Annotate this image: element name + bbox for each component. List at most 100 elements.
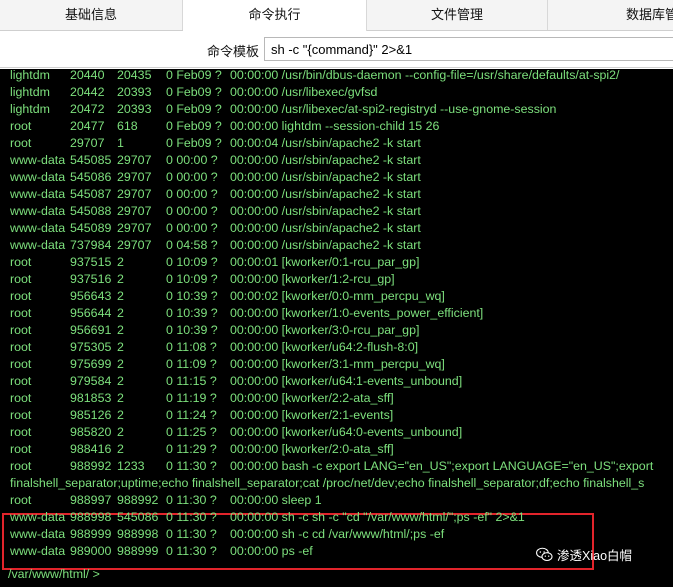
- process-ppid: 2: [117, 255, 124, 269]
- process-user: www-data: [10, 204, 66, 218]
- process-start: 0 10:09 ?: [166, 255, 218, 269]
- tab-bar: 基础信息 命令执行 文件管理 数据库管: [0, 0, 673, 31]
- tab-command-exec[interactable]: 命令执行: [183, 0, 367, 31]
- process-pid: 20477: [70, 119, 105, 133]
- process-start: 0 Feb09 ?: [166, 69, 222, 82]
- process-cmd: 00:00:00 [kworker/u64:2-flush-8:0]: [230, 340, 419, 354]
- process-ppid: 2: [117, 374, 124, 388]
- process-start: 0 00:00 ?: [166, 153, 218, 167]
- process-ppid: 20435: [117, 69, 152, 82]
- process-pid: 981853: [70, 391, 112, 405]
- process-user: root: [10, 306, 32, 320]
- process-ppid: 29707: [117, 238, 152, 252]
- process-user: root: [10, 272, 32, 286]
- process-user: root: [10, 459, 32, 473]
- process-user: root: [10, 136, 32, 150]
- process-pid: 545086: [70, 170, 112, 184]
- process-pid: 20440: [70, 69, 105, 82]
- process-cmd: 00:00:00 sh -c cd /var/www/html/;ps -ef: [230, 527, 445, 541]
- process-user: www-data: [10, 170, 66, 184]
- process-pid: 937515: [70, 255, 112, 269]
- process-start: 0 11:30 ?: [166, 527, 217, 541]
- process-user: root: [10, 391, 32, 405]
- process-pid: 545088: [70, 204, 112, 218]
- process-start: 0 11:30 ?: [166, 510, 217, 524]
- process-start: 0 10:39 ?: [166, 289, 218, 303]
- process-ppid: 29707: [117, 204, 152, 218]
- process-ppid: 2: [117, 306, 124, 320]
- process-ppid: 29707: [117, 170, 152, 184]
- process-cmd: 00:00:00 [kworker/3:1-mm_percpu_wq]: [230, 357, 445, 371]
- tab-basic-info[interactable]: 基础信息: [0, 0, 183, 30]
- process-user: root: [10, 442, 32, 456]
- process-pid: 956643: [70, 289, 112, 303]
- process-user: www-data: [10, 510, 66, 524]
- process-start: 0 11:19 ?: [166, 391, 217, 405]
- process-ppid: 2: [117, 289, 124, 303]
- process-ppid: 2: [117, 357, 124, 371]
- process-pid: 20442: [70, 85, 105, 99]
- process-ppid: 2: [117, 408, 124, 422]
- process-cmd: 00:00:00 [kworker/2:2-ata_sff]: [230, 391, 394, 405]
- process-start: 0 00:00 ?: [166, 221, 218, 235]
- process-user: root: [10, 374, 32, 388]
- process-ppid: 545086: [117, 510, 159, 524]
- process-user: www-data: [10, 221, 66, 235]
- watermark-text: 渗透Xiao白帽: [557, 549, 633, 563]
- command-template-input[interactable]: [264, 37, 673, 61]
- process-pid: 545089: [70, 221, 112, 235]
- process-user: root: [10, 119, 32, 133]
- process-cmd: 00:00:00 ps -ef: [230, 544, 313, 558]
- process-start: 0 11:30 ?: [166, 493, 217, 507]
- process-cmd: 00:00:00 /usr/libexec/at-spi2-registryd …: [230, 102, 557, 116]
- process-user: www-data: [10, 153, 66, 167]
- process-ppid: 988998: [117, 527, 159, 541]
- process-cmd: 00:00:00 lightdm --session-child 15 26: [230, 119, 440, 133]
- process-ppid: 1: [117, 136, 124, 150]
- process-ppid: 2: [117, 323, 124, 337]
- process-pid: 545087: [70, 187, 112, 201]
- process-ppid: 988992: [117, 493, 159, 507]
- process-cmd: 00:00:00 /usr/sbin/apache2 -k start: [230, 238, 421, 252]
- process-user: root: [10, 289, 32, 303]
- process-start: 0 11:30 ?: [166, 459, 217, 473]
- process-ppid: 29707: [117, 221, 152, 235]
- process-ppid: 2: [117, 272, 124, 286]
- process-start: 0 11:15 ?: [166, 374, 217, 388]
- process-pid: 988999: [70, 527, 112, 541]
- process-user: www-data: [10, 527, 66, 541]
- tab-file-manager[interactable]: 文件管理: [367, 0, 548, 30]
- process-start: 0 11:29 ?: [166, 442, 217, 456]
- process-cmd: 00:00:00 sleep 1: [230, 493, 322, 507]
- process-user: www-data: [10, 544, 66, 558]
- process-pid: 20472: [70, 102, 105, 116]
- process-cmd: 00:00:00 /usr/sbin/apache2 -k start: [230, 204, 421, 218]
- process-cmd: 00:00:00 /usr/sbin/apache2 -k start: [230, 170, 421, 184]
- process-ppid: 29707: [117, 187, 152, 201]
- process-start: 0 Feb09 ?: [166, 85, 222, 99]
- process-cmd: 00:00:02 [kworker/0:0-mm_percpu_wq]: [230, 289, 445, 303]
- process-pid: 737984: [70, 238, 112, 252]
- process-ppid: 2: [117, 391, 124, 405]
- process-ppid: 988999: [117, 544, 159, 558]
- process-start: 0 10:39 ?: [166, 323, 218, 337]
- tab-database[interactable]: 数据库管: [548, 0, 673, 30]
- process-pid: 975699: [70, 357, 112, 371]
- process-cmd: 00:00:00 [kworker/2:0-ata_sff]: [230, 442, 394, 456]
- process-ppid: 20393: [117, 102, 152, 116]
- command-template-label: 命令模板: [207, 44, 260, 59]
- process-user: www-data: [10, 187, 66, 201]
- shell-prompt[interactable]: /var/www/html/ >: [8, 567, 100, 581]
- process-cmd: 00:00:00 [kworker/u64:1-events_unbound]: [230, 374, 463, 388]
- process-start: 0 00:00 ?: [166, 204, 218, 218]
- process-user: lightdm: [10, 69, 50, 82]
- process-cmd: 00:00:00 [kworker/3:0-rcu_par_gp]: [230, 323, 420, 337]
- process-pid: 975305: [70, 340, 112, 354]
- process-user: root: [10, 408, 32, 422]
- process-pid: 988998: [70, 510, 112, 524]
- process-user: root: [10, 255, 32, 269]
- terminal-output[interactable]: /var/www/html/ > 渗透Xiao白帽 lightdm 20440 20…: [0, 69, 673, 587]
- process-ppid: 2: [117, 425, 124, 439]
- process-start: 0 10:09 ?: [166, 272, 218, 286]
- process-cmd: 00:00:00 [kworker/1:2-rcu_gp]: [230, 272, 395, 286]
